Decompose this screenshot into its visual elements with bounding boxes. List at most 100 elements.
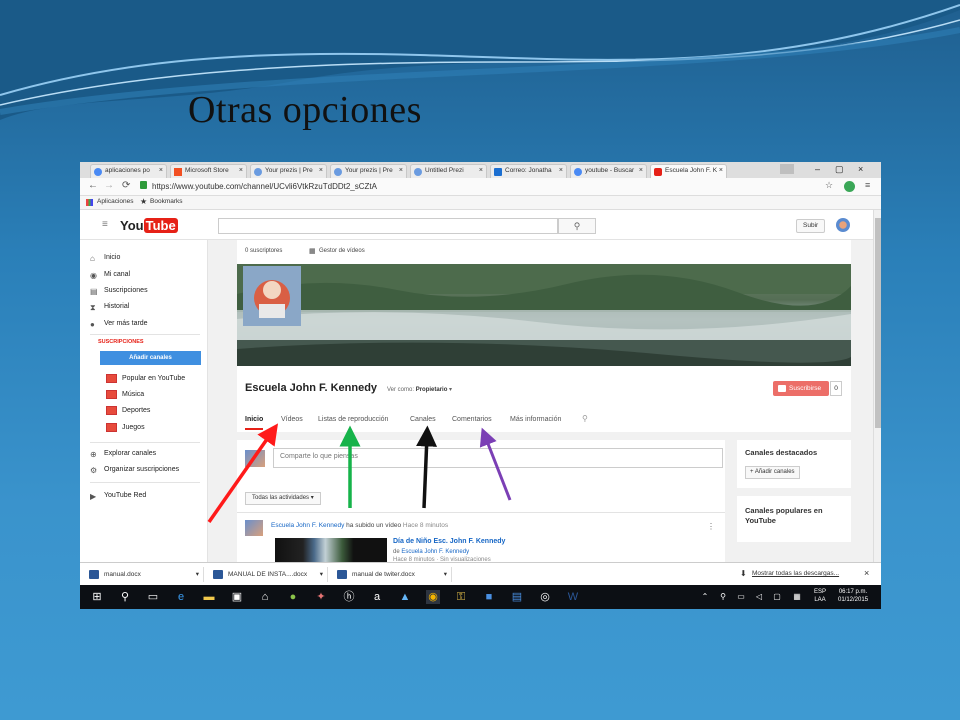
- close-icon[interactable]: ×: [399, 167, 403, 174]
- tab-comentarios[interactable]: Comentarios: [452, 416, 492, 423]
- photos-icon[interactable]: ▲: [398, 590, 412, 604]
- key-icon[interactable]: ⚿: [454, 590, 468, 604]
- close-icon[interactable]: ×: [864, 568, 869, 578]
- sidebar-item-mi-canal[interactable]: ◉ Mi canal: [90, 271, 130, 280]
- back-icon[interactable]: ←: [88, 180, 98, 191]
- forward-icon[interactable]: →: [104, 180, 114, 191]
- search-button[interactable]: ⚲: [558, 218, 596, 234]
- video-title[interactable]: Día de Niño Esc. John F. Kennedy: [393, 538, 505, 545]
- search-icon[interactable]: ⚲: [582, 414, 588, 423]
- maximize-icon[interactable]: ▢: [835, 164, 844, 175]
- channel-banner[interactable]: [237, 264, 851, 366]
- sidebar-sub-deportes[interactable]: Deportes: [106, 406, 150, 415]
- more-icon[interactable]: ⋮: [707, 522, 715, 531]
- tab-mas-informacion[interactable]: Más información: [510, 416, 561, 423]
- close-icon[interactable]: ×: [639, 167, 643, 174]
- browser-tab[interactable]: aplicaciones po ×: [90, 164, 167, 178]
- download-item[interactable]: manual.docx ▾: [86, 567, 204, 582]
- word-icon[interactable]: W: [566, 590, 580, 604]
- edge-icon[interactable]: e: [174, 590, 188, 604]
- youtube-logo[interactable]: You Tube: [120, 218, 178, 233]
- store-icon[interactable]: ▣: [230, 590, 244, 604]
- sidebar-item-ver-mas-tarde[interactable]: ● Ver más tarde: [90, 320, 148, 329]
- all-activities-dropdown[interactable]: Todas las actividades ▾: [245, 492, 321, 505]
- browser-tab[interactable]: Your prezis | Pre ×: [250, 164, 327, 178]
- add-channels-button[interactable]: Añadir canales: [100, 351, 201, 365]
- battery-icon[interactable]: ▭: [734, 590, 748, 604]
- close-icon[interactable]: ×: [159, 167, 163, 174]
- share-input[interactable]: Comparte lo que piensas: [273, 448, 723, 468]
- minimize-icon[interactable]: –: [815, 164, 820, 174]
- app-icon[interactable]: ◎: [538, 590, 552, 604]
- video-thumbnail[interactable]: [275, 538, 387, 562]
- volume-icon[interactable]: ◁: [752, 590, 766, 604]
- browser-tab-active[interactable]: Escuela John F. K ×: [650, 164, 727, 178]
- browser-tab[interactable]: youtube - Buscar ×: [570, 164, 647, 178]
- profile-icon[interactable]: [780, 164, 794, 174]
- close-icon[interactable]: ×: [479, 167, 483, 174]
- browser-tab[interactable]: Your prezis | Pre ×: [330, 164, 407, 178]
- notification-icon[interactable]: ▢: [770, 590, 784, 604]
- sidebar-sub-popular[interactable]: Popular en YouTube: [106, 374, 185, 383]
- view-as[interactable]: Ver como: Propietario ▾: [387, 386, 452, 393]
- chevron-up-icon[interactable]: ⌃: [698, 590, 712, 604]
- sidebar-item-historial[interactable]: ⧗ Historial: [90, 303, 129, 312]
- bookmark-bookmarks[interactable]: Bookmarks: [150, 198, 183, 205]
- clock[interactable]: 06:17 p.m. 01/12/2015: [838, 588, 868, 604]
- browser-tab[interactable]: Microsoft Store ×: [170, 164, 247, 178]
- add-featured-channels-button[interactable]: + Añadir canales: [745, 466, 800, 479]
- sidebar-item-suscripciones[interactable]: ▤ Suscripciones: [90, 287, 148, 296]
- amazon-icon[interactable]: a: [370, 590, 384, 604]
- download-item[interactable]: MANUAL DE INSTA....docx ▾: [210, 567, 328, 582]
- window-close-icon[interactable]: ×: [858, 164, 863, 174]
- chrome-icon[interactable]: ◉: [426, 590, 440, 604]
- extension-icon[interactable]: [844, 181, 855, 192]
- sidebar-item-explorar[interactable]: ⊕ Explorar canales: [90, 450, 156, 459]
- keyboard-icon[interactable]: ▦: [790, 590, 804, 604]
- app-icon[interactable]: ■: [482, 590, 496, 604]
- subscribe-button[interactable]: Suscribirse: [773, 381, 829, 396]
- close-icon[interactable]: ×: [239, 167, 243, 174]
- language-indicator[interactable]: ESP LAA: [814, 588, 826, 604]
- star-icon[interactable]: ☆: [825, 180, 833, 191]
- network-icon[interactable]: ⚲: [716, 590, 730, 604]
- close-icon[interactable]: ×: [559, 167, 563, 174]
- chevron-down-icon[interactable]: ▾: [320, 567, 323, 582]
- app-icon[interactable]: ✦: [314, 590, 328, 604]
- sidebar-sub-musica[interactable]: Música: [106, 390, 144, 399]
- tab-videos[interactable]: Vídeos: [281, 416, 303, 423]
- show-all-downloads-link[interactable]: Mostrar todas las descargas...: [752, 570, 839, 577]
- download-item[interactable]: manual de twiter.docx ▾: [334, 567, 452, 582]
- browser-tab[interactable]: Untitled Prezi ×: [410, 164, 487, 178]
- search-icon[interactable]: ⚲: [118, 590, 132, 604]
- tab-canales[interactable]: Canales: [410, 416, 436, 423]
- scrollbar[interactable]: [873, 210, 881, 562]
- chevron-down-icon[interactable]: ▾: [444, 567, 447, 582]
- close-icon[interactable]: ×: [319, 167, 323, 174]
- windows-start-icon[interactable]: ⊞: [90, 590, 104, 604]
- menu-icon[interactable]: ≡: [865, 180, 870, 190]
- upload-button[interactable]: Subir: [796, 219, 826, 233]
- sidebar-item-youtube-red[interactable]: ▶ YouTube Red: [90, 492, 146, 501]
- sidebar-sub-juegos[interactable]: Juegos: [106, 423, 145, 432]
- close-icon[interactable]: ×: [719, 167, 723, 174]
- tab-listas[interactable]: Listas de reproducción: [318, 416, 388, 423]
- task-view-icon[interactable]: ▭: [146, 590, 160, 604]
- reload-icon[interactable]: ⟳: [122, 180, 130, 191]
- search-input[interactable]: [218, 218, 558, 234]
- scrollbar-thumb[interactable]: [875, 218, 881, 428]
- browser-tab[interactable]: Correo: Jonatha ×: [490, 164, 567, 178]
- url-field[interactable]: https://www.youtube.com/channel/UCvli6Vt…: [138, 180, 818, 193]
- app-icon[interactable]: ▤: [510, 590, 524, 604]
- sidebar-item-organizar[interactable]: ⚙ Organizar suscripciones: [90, 466, 179, 475]
- sidebar-item-inicio[interactable]: ⌂ Inicio: [90, 254, 120, 263]
- hamburger-icon[interactable]: ≡: [102, 219, 108, 230]
- avatar[interactable]: [836, 218, 850, 232]
- video-manager-link[interactable]: Gestor de vídeos: [319, 248, 365, 254]
- hp-icon[interactable]: ⓗ: [342, 590, 356, 604]
- app-icon[interactable]: ●: [286, 590, 300, 604]
- chevron-down-icon[interactable]: ▾: [196, 567, 199, 582]
- bookmark-apps[interactable]: Aplicaciones: [97, 198, 134, 205]
- tab-inicio[interactable]: Inicio: [245, 416, 264, 430]
- home-icon[interactable]: ⌂: [258, 590, 272, 604]
